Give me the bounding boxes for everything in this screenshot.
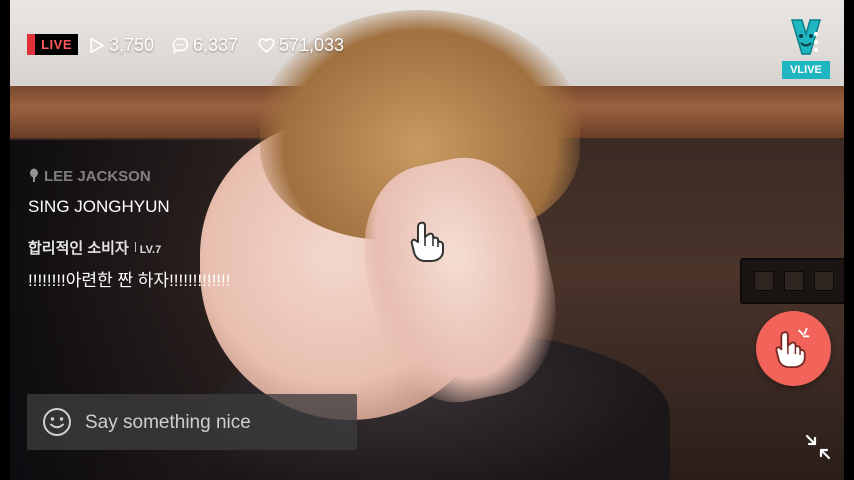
heart-count: 571,033 xyxy=(258,33,344,57)
video-outlet xyxy=(740,258,844,304)
comment-input-placeholder: Say something nice xyxy=(85,412,251,433)
heart-count-value: 571,033 xyxy=(279,34,345,55)
vlive-logo-text: VLIVE xyxy=(782,61,830,79)
comment-count-value: 6,337 xyxy=(193,34,239,55)
chat-username: 합리적인 소비자 LV.7 xyxy=(28,237,161,258)
chat-username-text: LEE JACKSON xyxy=(44,168,151,185)
comment-icon xyxy=(172,37,189,54)
more-vertical-icon[interactable] xyxy=(811,30,821,56)
comment-count: 6,337 xyxy=(172,33,238,57)
chat-username-text: 합리적인 소비자 xyxy=(28,240,129,257)
collapse-icon[interactable] xyxy=(805,434,831,460)
comment-input[interactable]: Say something nice xyxy=(27,394,357,450)
smile-icon[interactable] xyxy=(42,407,72,437)
heart-outline-icon xyxy=(258,37,275,53)
chat-message: SING JONGHYUN xyxy=(28,197,170,216)
play-count: 3,750 xyxy=(88,33,154,57)
divider xyxy=(134,242,136,252)
finger-heart-button[interactable] xyxy=(756,311,831,386)
live-label: LIVE xyxy=(41,37,72,52)
mic-icon xyxy=(30,168,38,182)
live-badge: LIVE xyxy=(27,34,78,55)
finger-heart-icon xyxy=(775,327,810,369)
user-level-badge: LV.7 xyxy=(139,244,162,256)
vlive-logo: VLIVE xyxy=(782,14,830,80)
finger-heart-icon xyxy=(410,221,444,262)
chat-username: LEE JACKSON xyxy=(28,168,151,185)
play-icon xyxy=(90,37,104,53)
chat-message: !!!!!!!!아련한 짠 하자!!!!!!!!!!!!! xyxy=(28,271,231,290)
play-count-value: 3,750 xyxy=(109,34,155,55)
